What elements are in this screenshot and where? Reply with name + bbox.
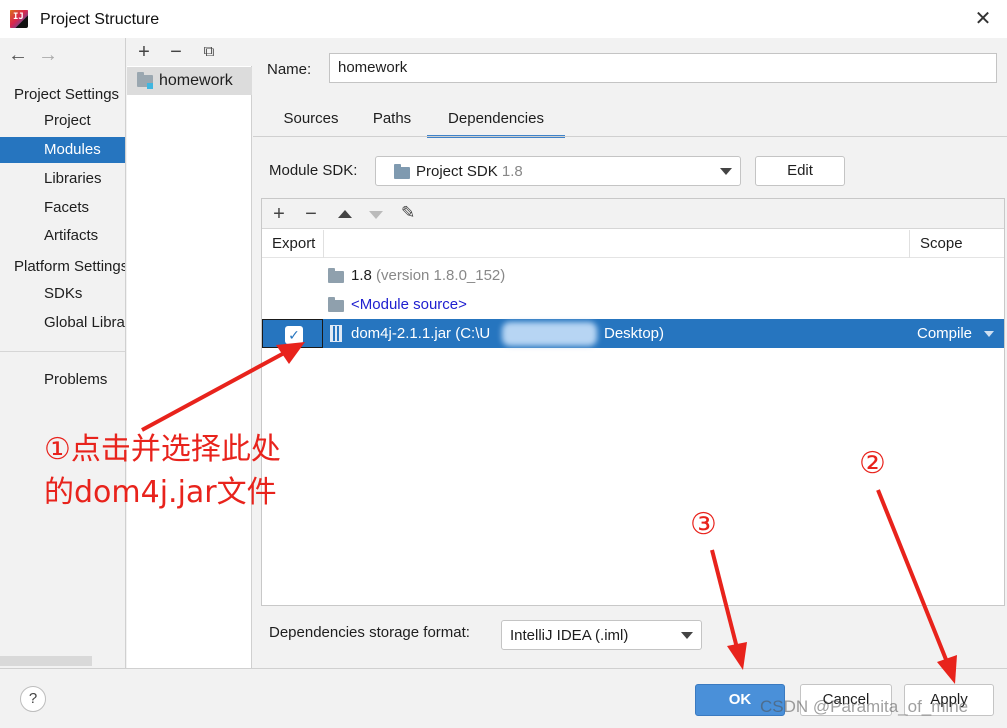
sidebar-item-artifacts[interactable]: Artifacts — [0, 223, 125, 249]
pencil-icon[interactable]: ✎ — [401, 203, 415, 223]
sdk-folder-icon — [394, 164, 410, 179]
sidebar-item-problems[interactable]: Problems — [0, 367, 125, 393]
column-header-export[interactable]: Export — [262, 230, 324, 258]
watermark: CSDN @Paramita_of_mine — [760, 697, 969, 716]
dependencies-table-header: Export Scope — [262, 230, 1004, 258]
chevron-down-icon — [681, 632, 693, 639]
history-nav: ← → — [8, 44, 68, 67]
annotation-step1-line1: ①点击并选择此处 — [44, 432, 281, 467]
export-cell[interactable]: ✓ — [262, 319, 323, 348]
sidebar-item-modules[interactable]: Modules — [0, 137, 125, 163]
dom4j-path-end: Desktop) — [604, 325, 665, 342]
remove-module-icon[interactable]: − — [164, 40, 188, 64]
title-bar: Project Structure ✕ — [0, 0, 1007, 38]
remove-dependency-icon[interactable]: − — [299, 202, 323, 226]
module-source-label: <Module source> — [351, 296, 467, 313]
module-settings-panel: Name: homework Sources Paths Dependencie… — [253, 38, 1007, 668]
jdk-version: (version 1.8.0_152) — [376, 267, 506, 284]
modules-toolbar: + − ⧉ — [127, 38, 252, 66]
sidebar-scrollbar[interactable] — [0, 656, 92, 666]
module-item-homework[interactable]: homework — [127, 67, 252, 95]
move-up-icon[interactable] — [338, 210, 352, 218]
module-name-input[interactable]: homework — [329, 53, 997, 83]
storage-format-label: Dependencies storage format: — [269, 624, 470, 641]
move-down-icon[interactable] — [369, 211, 383, 219]
forward-arrow-icon[interactable]: → — [38, 44, 68, 67]
add-dependency-icon[interactable]: + — [267, 202, 291, 226]
project-settings-header: Project Settings — [14, 86, 120, 103]
module-badge-icon — [147, 83, 153, 89]
column-header-scope[interactable]: Scope — [909, 230, 1004, 258]
intellij-logo-icon — [10, 10, 28, 28]
sidebar-item-facets[interactable]: Facets — [0, 195, 125, 221]
chevron-down-icon — [720, 168, 732, 175]
sdk-value: Project SDK — [416, 163, 498, 180]
tab-sources[interactable]: Sources — [273, 108, 349, 138]
close-icon[interactable]: ✕ — [970, 6, 996, 32]
source-folder-icon — [328, 297, 344, 312]
sidebar-divider — [0, 351, 125, 352]
module-sdk-select[interactable]: Project SDK 1.8 — [375, 156, 741, 186]
platform-settings-header: Platform Settings — [14, 258, 126, 275]
add-module-icon[interactable]: + — [132, 40, 156, 64]
dependencies-table-panel: + − ✎ Export Scope 1.8 (version 1.8.0_15… — [261, 198, 1005, 606]
scope-dropdown-icon[interactable] — [984, 331, 994, 337]
modules-list-panel: + − ⧉ homework — [127, 38, 252, 668]
window-title: Project Structure — [40, 11, 160, 28]
module-sdk-label: Module SDK: — [269, 162, 358, 179]
dependency-row-module-source[interactable]: <Module source> — [262, 290, 1004, 319]
name-label: Name: — [267, 61, 312, 78]
sidebar-item-global-libraries[interactable]: Global Libraries — [0, 310, 125, 336]
settings-sidebar: ← → Project Settings Project Modules Libr… — [0, 38, 126, 668]
dependency-row-jdk[interactable]: 1.8 (version 1.8.0_152) — [262, 261, 1004, 290]
jdk-folder-icon — [328, 268, 344, 283]
jdk-name: 1.8 — [351, 267, 372, 284]
help-button[interactable]: ? — [20, 686, 46, 712]
back-arrow-icon[interactable]: ← — [8, 44, 38, 67]
dependencies-toolbar: + − ✎ — [262, 199, 1004, 229]
sidebar-item-libraries[interactable]: Libraries — [0, 166, 125, 192]
annotation-step1-line2: 的dom4j.jar文件 — [44, 475, 277, 510]
module-item-label: homework — [159, 72, 233, 89]
sidebar-item-project[interactable]: Project — [0, 108, 125, 134]
sidebar-item-sdks[interactable]: SDKs — [0, 281, 125, 307]
sdk-version: 1.8 — [501, 163, 523, 180]
tabs-divider — [253, 136, 1007, 137]
dom4j-path-start: dom4j-2.1.1.jar (C:\U — [351, 325, 491, 342]
copy-module-icon[interactable]: ⧉ — [197, 40, 221, 64]
edit-sdk-button[interactable]: Edit — [755, 156, 845, 186]
annotation-step2: ② — [859, 446, 886, 481]
export-checkbox[interactable]: ✓ — [285, 326, 303, 344]
dependency-row-dom4j[interactable]: ✓ dom4j-2.1.1.jar (C:\U Desktop) Compile — [262, 319, 1004, 348]
annotation-step3: ③ — [690, 507, 717, 542]
tab-paths[interactable]: Paths — [361, 108, 423, 138]
redacted-path — [502, 322, 597, 346]
storage-format-value: IntelliJ IDEA (.iml) — [510, 627, 629, 644]
jar-icon — [330, 325, 342, 342]
scope-value[interactable]: Compile — [917, 319, 972, 348]
storage-format-select[interactable]: IntelliJ IDEA (.iml) — [501, 620, 702, 650]
tab-dependencies[interactable]: Dependencies — [427, 108, 565, 138]
